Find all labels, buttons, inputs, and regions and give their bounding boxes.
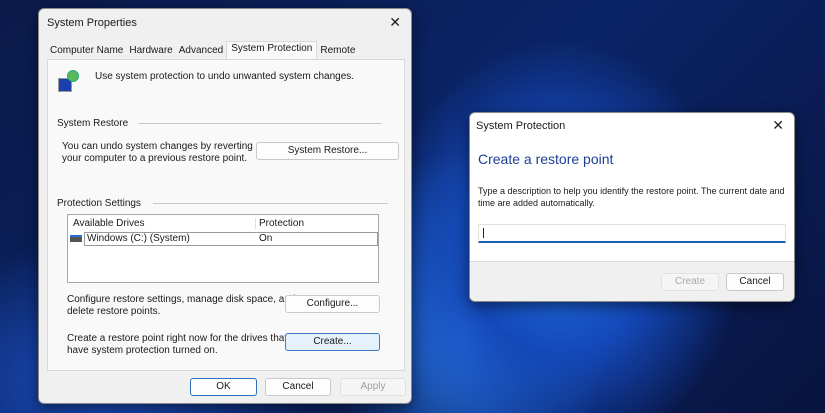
system-restore-group-label: System Restore [57,118,129,129]
restore-text: You can undo system changes by reverting… [62,141,253,165]
close-icon[interactable]: ✕ [389,14,401,31]
restore-text-line: your computer to a previous restore poin… [62,153,248,164]
intro-text: Use system protection to undo unwanted s… [95,71,355,82]
drive-protection: On [259,233,273,244]
column-header-protection[interactable]: Protection [259,218,304,229]
tab-panel: Use system protection to undo unwanted s… [47,59,405,371]
drives-list[interactable]: Available Drives Protection Windows (C:)… [67,214,379,283]
restore-description-input[interactable] [478,224,786,243]
tab-bar: Computer Name Hardware Advanced System P… [47,41,358,59]
system-properties-dialog: System Properties ✕ Computer Name Hardwa… [38,8,412,404]
create-text-line: have system protection turned on. [67,345,218,356]
close-icon[interactable]: ✕ [772,117,784,134]
drive-row[interactable]: Windows (C:) (System) On [70,232,378,246]
cancel-button[interactable]: Cancel [265,378,331,396]
dialog-title: System Properties [47,17,137,29]
system-restore-button[interactable]: System Restore... [256,142,399,160]
create-text: Create a restore point right now for the… [67,333,287,357]
configure-text: Configure restore settings, manage disk … [67,294,295,318]
tab-advanced[interactable]: Advanced [176,43,226,59]
create-text-line: Create a restore point right now for the… [67,333,288,344]
apply-button[interactable]: Apply [340,378,406,396]
protection-settings-group-label: Protection Settings [57,198,141,209]
tab-computer-name[interactable]: Computer Name [47,43,126,59]
cancel-button[interactable]: Cancel [726,273,784,291]
dialog-description: Type a description to help you identify … [478,186,785,208]
drive-icon [70,235,82,242]
system-protection-icon [58,70,80,92]
create-restore-point-dialog: System Protection ✕ Create a restore poi… [469,112,795,302]
configure-text-line: Configure restore settings, manage disk … [67,294,296,305]
dialog-title: System Protection [476,120,566,132]
configure-text-line: delete restore points. [67,306,161,317]
tab-hardware[interactable]: Hardware [126,43,175,59]
tab-system-protection[interactable]: System Protection [226,41,318,59]
tab-remote[interactable]: Remote [317,43,358,59]
divider [138,123,382,124]
configure-button[interactable]: Configure... [285,295,380,313]
divider [153,203,388,204]
drive-name: Windows (C:) (System) [87,233,190,244]
restore-text-line: You can undo system changes by reverting [62,141,253,152]
create-button[interactable]: Create... [285,333,380,351]
column-header-drives[interactable]: Available Drives [73,218,256,229]
create-button[interactable]: Create [661,273,719,291]
text-cursor [483,228,484,238]
dialog-heading: Create a restore point [478,151,614,167]
ok-button[interactable]: OK [190,378,257,396]
